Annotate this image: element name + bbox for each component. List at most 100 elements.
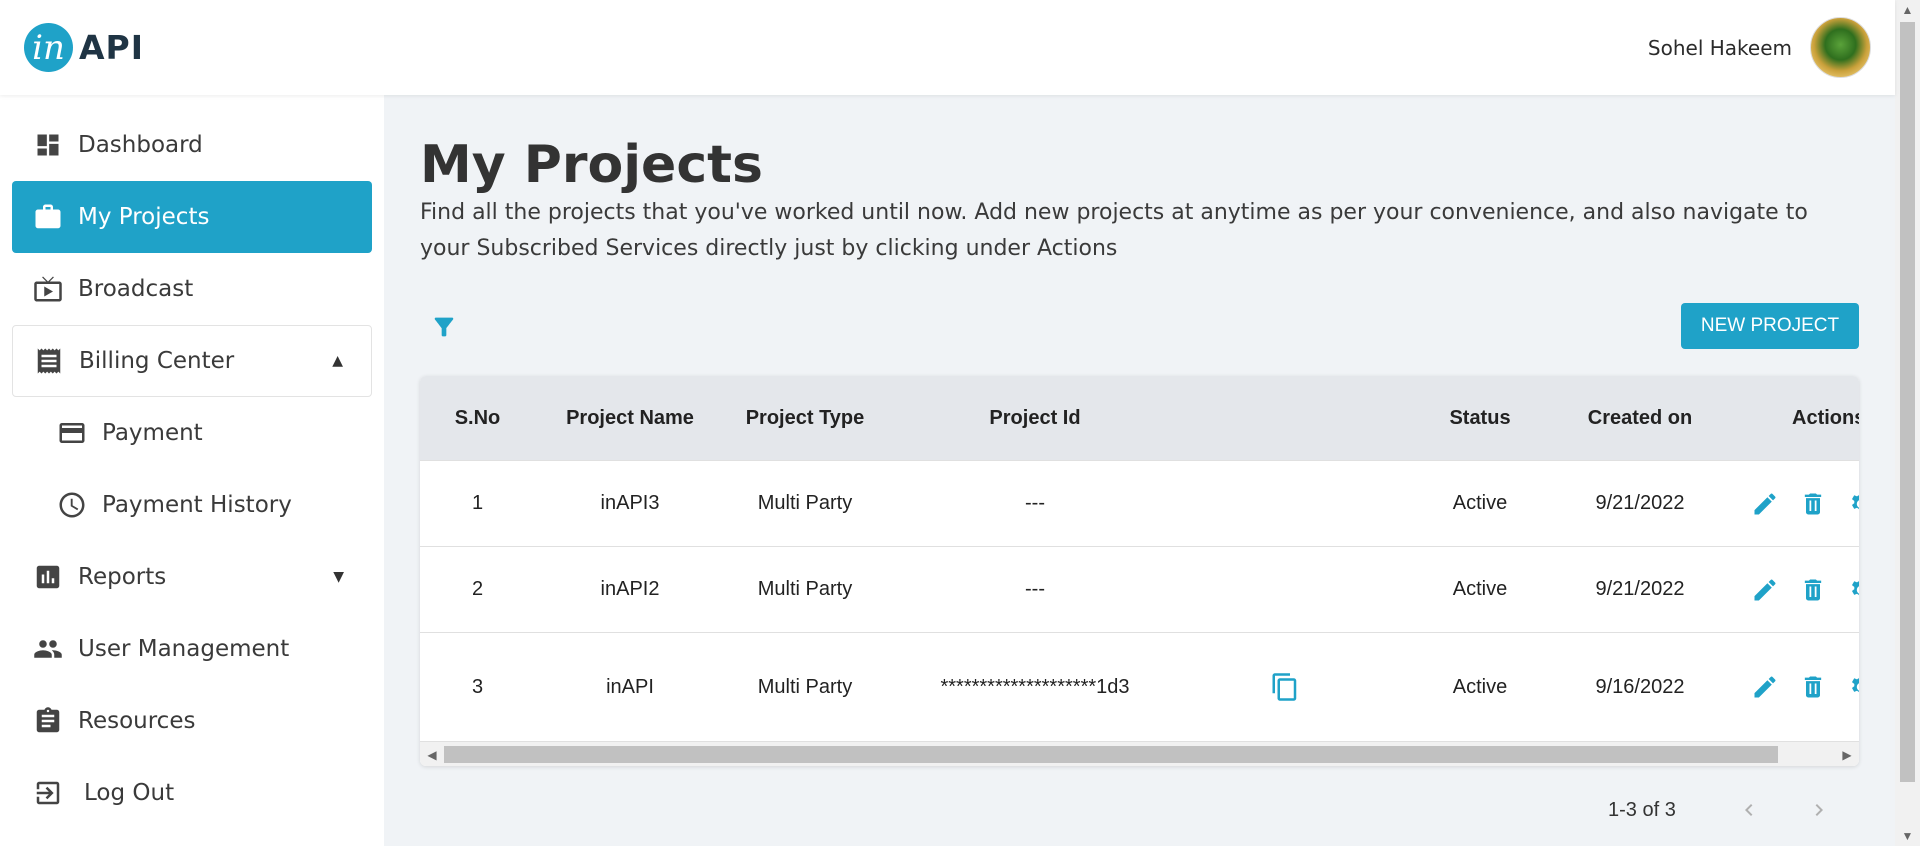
user-menu[interactable]: Sohel Hakeem xyxy=(1648,17,1871,78)
delete-icon[interactable] xyxy=(1798,575,1828,605)
cell-created-on: 9/16/2022 xyxy=(1595,675,1685,698)
table-row: 1 inAPI3 Multi Party --- Active 9/21/202… xyxy=(420,460,1859,546)
previous-page-icon[interactable] xyxy=(1734,795,1764,825)
row-actions xyxy=(1750,461,1859,546)
sidebar-item-dashboard[interactable]: Dashboard xyxy=(12,109,372,181)
sidebar-item-log-out[interactable]: Log Out xyxy=(12,757,372,829)
user-name: Sohel Hakeem xyxy=(1647,35,1792,60)
settings-icon[interactable] xyxy=(1846,672,1859,702)
cell-project-name: inAPI2 xyxy=(600,578,660,600)
cell-created-on: 9/21/2022 xyxy=(1595,578,1685,600)
column-header-project-type[interactable]: Project Type xyxy=(725,376,885,460)
cell-sno: 3 xyxy=(471,675,484,698)
cell-sno: 1 xyxy=(471,492,484,514)
logo-mark: in xyxy=(24,23,73,72)
column-header-actions: Actions xyxy=(1792,406,1859,429)
scrollbar-thumb[interactable] xyxy=(1900,22,1915,782)
new-project-button[interactable]: NEW PROJECT xyxy=(1681,303,1859,349)
cell-project-name: inAPI3 xyxy=(600,492,660,514)
column-header-status[interactable]: Status xyxy=(1420,376,1540,460)
projects-table: S.No Project Name Project Type Project I… xyxy=(420,376,1859,766)
pagination: 1-3 of 3 xyxy=(1608,795,1874,825)
broadcast-icon xyxy=(32,273,64,305)
edit-icon[interactable] xyxy=(1750,489,1780,519)
column-header-project-id[interactable]: Project Id xyxy=(885,376,1185,460)
sidebar-item-resources[interactable]: Resources xyxy=(12,685,372,757)
table-header: S.No Project Name Project Type Project I… xyxy=(420,376,1859,460)
sidebar-item-label: Dashboard xyxy=(78,132,203,158)
briefcase-icon xyxy=(32,201,64,233)
sidebar-item-my-projects[interactable]: My Projects xyxy=(12,181,372,253)
delete-icon[interactable] xyxy=(1798,672,1828,702)
bar-chart-icon xyxy=(32,561,64,593)
table-row: 3 inAPI Multi Party ********************… xyxy=(420,632,1859,741)
sidebar-item-label: My Projects xyxy=(78,204,210,230)
row-actions xyxy=(1750,633,1859,741)
horizontal-scrollbar[interactable]: ◀ ▶ xyxy=(420,741,1859,766)
dashboard-icon xyxy=(32,129,64,161)
scroll-left-icon[interactable]: ◀ xyxy=(422,742,442,766)
delete-icon[interactable] xyxy=(1798,489,1828,519)
sidebar-item-label: Payment xyxy=(102,420,203,446)
cell-project-id: ********************1d3 xyxy=(940,675,1130,698)
table-row: 2 inAPI2 Multi Party --- Active 9/21/202… xyxy=(420,546,1859,632)
cell-project-type: Multi Party xyxy=(757,675,853,698)
copy-icon[interactable] xyxy=(1265,633,1305,741)
column-header-project-name[interactable]: Project Name xyxy=(535,376,725,460)
sidebar: Dashboard My Projects Broadcast Billing … xyxy=(0,95,384,846)
main-content: My Projects Find all the projects that y… xyxy=(384,95,1895,846)
chevron-down-icon: ▼ xyxy=(333,569,344,585)
sidebar-item-label: Broadcast xyxy=(78,276,194,302)
logout-icon xyxy=(32,777,64,809)
sidebar-item-label: Payment History xyxy=(102,492,292,518)
users-icon xyxy=(32,633,64,665)
scroll-down-icon[interactable]: ▼ xyxy=(1895,826,1920,846)
page-title: My Projects xyxy=(420,135,763,195)
settings-icon[interactable] xyxy=(1846,575,1859,605)
cell-status: Active xyxy=(1452,492,1508,514)
cell-project-type: Multi Party xyxy=(757,492,853,514)
vertical-scrollbar[interactable]: ▲ ▼ xyxy=(1895,0,1920,846)
logo-text: API xyxy=(79,28,145,67)
sidebar-item-payment[interactable]: Payment xyxy=(12,397,372,469)
cell-created-on: 9/21/2022 xyxy=(1595,492,1685,514)
clock-icon xyxy=(56,489,88,521)
cell-status: Active xyxy=(1452,675,1508,698)
scrollbar-thumb[interactable] xyxy=(444,746,1778,763)
logo[interactable]: in API xyxy=(24,23,144,72)
credit-card-icon xyxy=(56,417,88,449)
sidebar-item-label: Resources xyxy=(78,708,196,734)
sidebar-item-broadcast[interactable]: Broadcast xyxy=(12,253,372,325)
sidebar-item-label: Reports xyxy=(78,564,167,590)
top-header: in API Sohel Hakeem xyxy=(0,0,1895,95)
cell-project-name: inAPI xyxy=(606,675,654,698)
avatar[interactable] xyxy=(1810,17,1871,78)
sidebar-item-payment-history[interactable]: Payment History xyxy=(12,469,372,541)
sidebar-item-label: User Management xyxy=(78,636,290,662)
cell-project-id: --- xyxy=(1025,492,1045,514)
receipt-icon xyxy=(33,345,65,377)
clipboard-icon xyxy=(32,705,64,737)
sidebar-item-user-management[interactable]: User Management xyxy=(12,613,372,685)
column-header-created-on[interactable]: Created on xyxy=(1560,376,1720,460)
sidebar-item-billing-center[interactable]: Billing Center ▲ xyxy=(12,325,372,397)
edit-icon[interactable] xyxy=(1750,575,1780,605)
chevron-up-icon: ▲ xyxy=(332,353,343,369)
cell-project-id: --- xyxy=(1025,578,1045,600)
next-page-icon[interactable] xyxy=(1804,795,1834,825)
column-header-sno[interactable]: S.No xyxy=(420,376,535,460)
sidebar-item-label: Log Out xyxy=(84,780,175,806)
filter-icon[interactable] xyxy=(430,313,458,341)
page-description: Find all the projects that you've worked… xyxy=(420,200,1808,261)
cell-sno: 2 xyxy=(471,578,484,600)
scroll-right-icon[interactable]: ▶ xyxy=(1837,742,1857,766)
cell-status: Active xyxy=(1452,578,1508,600)
edit-icon[interactable] xyxy=(1750,672,1780,702)
scroll-up-icon[interactable]: ▲ xyxy=(1895,0,1920,20)
sidebar-item-reports[interactable]: Reports ▼ xyxy=(12,541,372,613)
pagination-range: 1-3 of 3 xyxy=(1608,798,1676,821)
settings-icon[interactable] xyxy=(1846,489,1859,519)
sidebar-item-label: Billing Center xyxy=(79,348,235,374)
row-actions xyxy=(1750,547,1859,632)
cell-project-type: Multi Party xyxy=(757,578,853,600)
